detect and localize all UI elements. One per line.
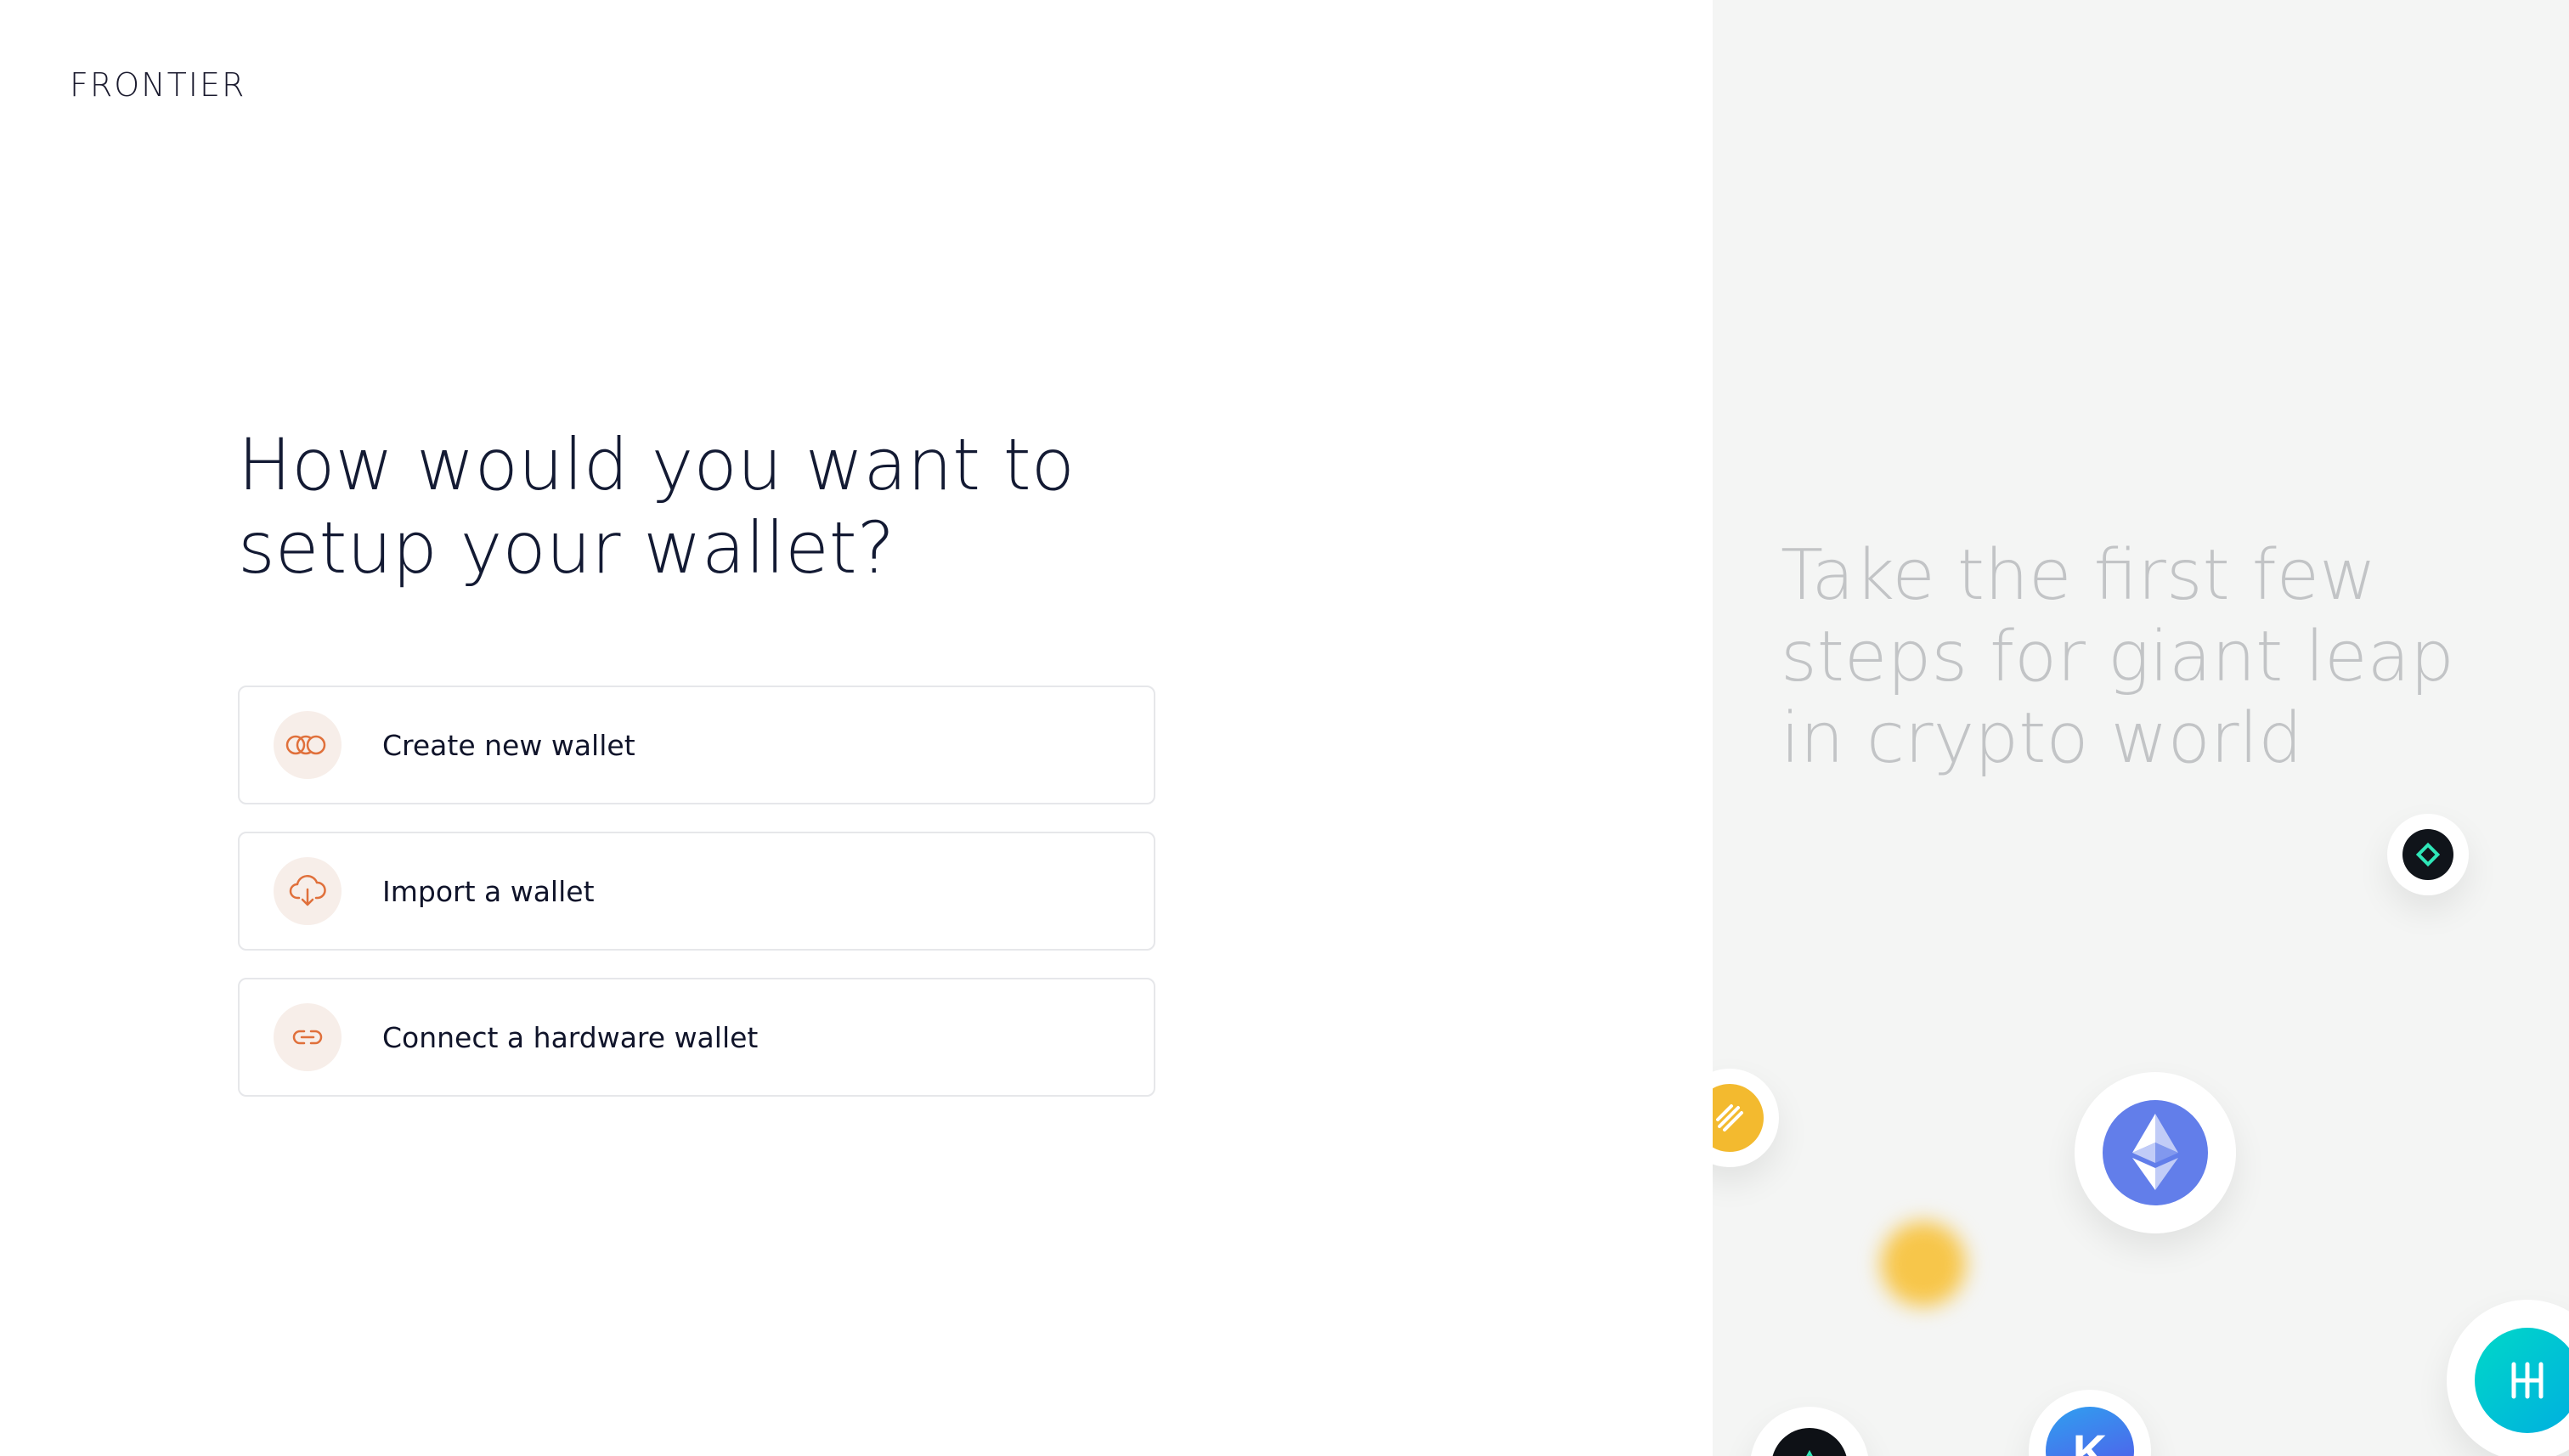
import-wallet-option[interactable]: Import a wallet bbox=[238, 832, 1155, 951]
coin-harmony bbox=[2447, 1300, 2569, 1456]
setup-page: FRONTIER How would you want to setup you… bbox=[0, 0, 2569, 1456]
tagline: Take the first few steps for giant leap … bbox=[1781, 535, 2454, 779]
cloud-download-icon bbox=[274, 857, 342, 925]
coins-icon bbox=[274, 711, 342, 779]
coin-binance bbox=[1713, 1069, 1779, 1167]
blurred-yellow-coin bbox=[1881, 1222, 1966, 1306]
import-wallet-label: Import a wallet bbox=[382, 874, 595, 908]
wallet-options: Create new wallet Import a wallet Connec… bbox=[238, 686, 1155, 1124]
page-title: How would you want to setup your wallet? bbox=[238, 423, 1076, 590]
kava-icon: K bbox=[2046, 1407, 2134, 1456]
coin-green-token bbox=[2387, 814, 2469, 895]
coin-kava: K bbox=[2029, 1390, 2151, 1456]
link-icon bbox=[274, 1003, 342, 1071]
coin-dark-token bbox=[1750, 1407, 1869, 1456]
harmony-icon bbox=[2475, 1328, 2569, 1433]
hardware-wallet-label: Connect a hardware wallet bbox=[382, 1020, 759, 1054]
frontier-logo: FRONTIER bbox=[70, 66, 246, 104]
hardware-wallet-option[interactable]: Connect a hardware wallet bbox=[238, 978, 1155, 1097]
coin-ethereum bbox=[2075, 1072, 2236, 1233]
create-wallet-label: Create new wallet bbox=[382, 728, 635, 762]
right-panel: Take the first few steps for giant leap … bbox=[1713, 0, 2569, 1456]
create-wallet-option[interactable]: Create new wallet bbox=[238, 686, 1155, 804]
ethereum-icon bbox=[2103, 1100, 2208, 1205]
left-panel: FRONTIER How would you want to setup you… bbox=[0, 0, 1713, 1456]
green-token-icon bbox=[2402, 829, 2453, 880]
binance-icon bbox=[1713, 1084, 1764, 1152]
dark-token-icon bbox=[1771, 1428, 1848, 1456]
